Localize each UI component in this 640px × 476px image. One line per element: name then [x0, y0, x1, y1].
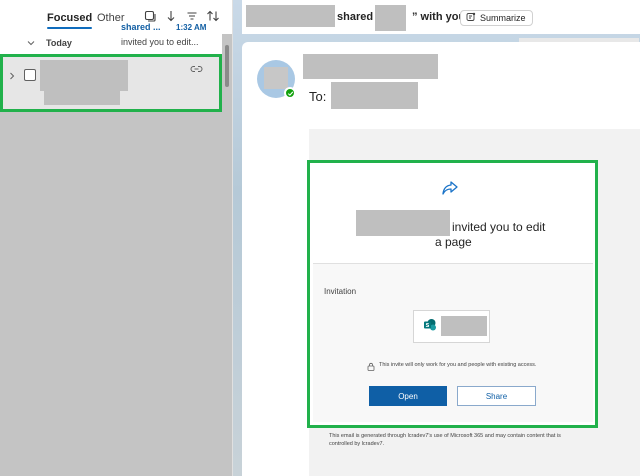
open-button[interactable]: Open — [369, 386, 447, 406]
redacted-recipient[interactable] — [331, 82, 418, 109]
message-checkbox[interactable] — [24, 69, 36, 81]
sort-icon[interactable] — [205, 8, 221, 24]
summarize-label: Summarize — [480, 13, 526, 23]
tab-focused[interactable]: Focused — [47, 12, 93, 29]
link-icon — [190, 63, 203, 73]
chevron-down-icon[interactable] — [25, 37, 37, 49]
summarize-button[interactable]: Summarize — [460, 10, 533, 26]
share-button[interactable]: Share — [457, 386, 536, 406]
chevron-right-icon[interactable] — [7, 70, 17, 80]
copilot-summarize-icon — [466, 12, 476, 24]
redacted-avatar-initials — [264, 67, 288, 89]
list-scrollbar-track — [222, 34, 232, 476]
sharepoint-icon: S — [423, 318, 437, 332]
group-label: Today — [46, 38, 72, 48]
filter-icon[interactable] — [184, 8, 200, 24]
redacted-page-name — [441, 316, 487, 336]
redacted-inviter-name — [356, 210, 450, 236]
redacted-title-page — [375, 5, 406, 31]
share-arrow-icon — [440, 179, 460, 197]
redacted-subject — [44, 78, 120, 105]
jump-to-icon[interactable] — [163, 8, 179, 24]
message-preview: invited you to edit... — [121, 37, 199, 47]
message-subject: shared ... — [121, 22, 161, 32]
to-label: To: — [309, 89, 327, 104]
pane-divider[interactable] — [232, 0, 233, 476]
lock-icon — [367, 360, 375, 371]
footer-note: This email is generated through lcradev7… — [329, 433, 561, 447]
redacted-sender-name — [303, 54, 438, 79]
invitation-label: Invitation — [324, 287, 357, 296]
redacted-title-sender — [246, 5, 335, 27]
email-title-end: ” with you — [412, 11, 466, 23]
presence-available-icon — [284, 87, 296, 99]
message-time: 1:32 AM — [176, 23, 207, 32]
list-scrollbar-thumb[interactable] — [225, 45, 229, 87]
invite-heading-continued: a page — [435, 235, 472, 249]
access-note: This invite will only work for you and p… — [379, 362, 537, 368]
svg-text:S: S — [426, 323, 430, 329]
invite-heading: invited you to edit — [452, 220, 546, 234]
